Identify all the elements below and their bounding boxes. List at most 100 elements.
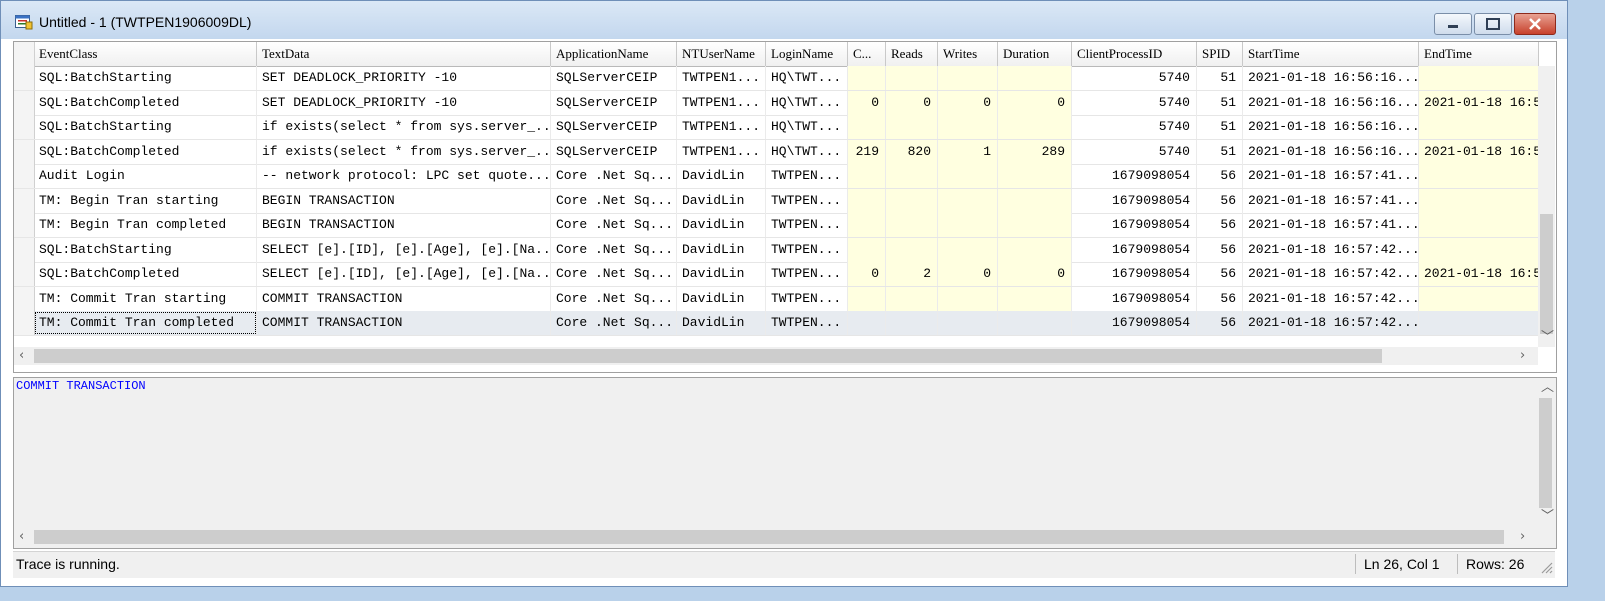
cell-textdata[interactable]: BEGIN TRANSACTION: [257, 188, 551, 213]
cell-loginname[interactable]: TWTPEN...: [766, 164, 848, 188]
cell-clientprocessid[interactable]: 5740: [1072, 115, 1197, 139]
column-header-eventclass[interactable]: EventClass: [34, 42, 257, 66]
cell-reads[interactable]: [886, 164, 938, 188]
cell-eventclass[interactable]: SQL:BatchStarting: [34, 115, 257, 139]
grid-vertical-scrollbar[interactable]: ﹀: [1538, 66, 1555, 347]
cell-applicationname[interactable]: SQLServerCEIP: [551, 115, 677, 139]
cell-endtime[interactable]: [1419, 115, 1539, 139]
cell-duration[interactable]: [998, 66, 1072, 90]
cell-reads[interactable]: [886, 286, 938, 311]
cell-starttime[interactable]: 2021-01-18 16:57:42...: [1243, 237, 1419, 262]
cell-textdata[interactable]: if exists(select * from sys.server_...: [257, 139, 551, 164]
cell-loginname[interactable]: TWTPEN...: [766, 237, 848, 262]
cell-textdata[interactable]: COMMIT TRANSACTION: [257, 286, 551, 311]
table-row[interactable]: SQL:BatchStarting SET DEADLOCK_PRIORITY -…: [14, 66, 1539, 91]
cell-textdata[interactable]: -- network protocol: LPC set quote...: [257, 164, 551, 188]
column-header-applicationname[interactable]: ApplicationName: [551, 42, 677, 66]
cell-reads[interactable]: [886, 188, 938, 213]
table-row[interactable]: Audit Login -- network protocol: LPC set …: [14, 164, 1539, 189]
cell-ntusername[interactable]: DavidLin: [677, 188, 766, 213]
table-row[interactable]: SQL:BatchStarting SELECT [e].[ID], [e].[A…: [14, 237, 1539, 263]
cell-ntusername[interactable]: DavidLin: [677, 213, 766, 237]
maximize-button[interactable]: [1474, 13, 1512, 35]
cell-clientprocessid[interactable]: 1679098054: [1072, 262, 1197, 286]
cell-cpu[interactable]: [848, 213, 886, 237]
row-selector[interactable]: [14, 286, 35, 311]
cell-endtime[interactable]: [1419, 66, 1539, 90]
event-text-detail-pane[interactable]: COMMIT TRANSACTION ︿ ﹀ ‹ ›: [13, 377, 1557, 549]
column-header-ntusername[interactable]: NTUserName: [677, 42, 766, 66]
cell-applicationname[interactable]: SQLServerCEIP: [551, 90, 677, 115]
cell-ntusername[interactable]: TWTPEN1...: [677, 115, 766, 139]
column-header-clientprocessid[interactable]: ClientProcessID: [1072, 42, 1197, 66]
cell-endtime[interactable]: 2021-01-18 16:5: [1419, 139, 1539, 164]
cell-starttime[interactable]: 2021-01-18 16:57:41...: [1243, 213, 1419, 237]
cell-duration[interactable]: [998, 115, 1072, 139]
cell-ntusername[interactable]: DavidLin: [677, 262, 766, 286]
cell-ntusername[interactable]: TWTPEN1...: [677, 90, 766, 115]
cell-loginname[interactable]: HQ\TWT...: [766, 115, 848, 139]
cell-clientprocessid[interactable]: 1679098054: [1072, 311, 1197, 335]
cell-ntusername[interactable]: DavidLin: [677, 286, 766, 311]
row-selector[interactable]: [14, 188, 35, 213]
cell-endtime[interactable]: [1419, 311, 1539, 335]
cell-ntusername[interactable]: DavidLin: [677, 164, 766, 188]
cell-writes[interactable]: 1: [938, 139, 998, 164]
cell-spid[interactable]: 51: [1197, 139, 1243, 164]
column-header-spid[interactable]: SPID: [1197, 42, 1243, 66]
cell-clientprocessid[interactable]: 1679098054: [1072, 188, 1197, 213]
cell-textdata[interactable]: if exists(select * from sys.server_...: [257, 115, 551, 139]
grid-vertical-scroll-thumb[interactable]: [1540, 214, 1553, 334]
cell-eventclass[interactable]: TM: Commit Tran completed: [34, 311, 257, 335]
cell-writes[interactable]: 0: [938, 262, 998, 286]
cell-writes[interactable]: [938, 115, 998, 139]
scroll-right-arrow-icon[interactable]: ›: [1520, 530, 1525, 544]
cell-spid[interactable]: 56: [1197, 188, 1243, 213]
cell-spid[interactable]: 51: [1197, 90, 1243, 115]
row-selector[interactable]: [14, 237, 35, 262]
column-header-endtime[interactable]: EndTime: [1419, 42, 1539, 66]
cell-writes[interactable]: 0: [938, 90, 998, 115]
cell-textdata[interactable]: SET DEADLOCK_PRIORITY -10: [257, 66, 551, 90]
cell-writes[interactable]: [938, 311, 998, 335]
cell-duration[interactable]: [998, 213, 1072, 237]
detail-vertical-scrollbar[interactable]: ︿ ﹀: [1537, 378, 1554, 528]
cell-ntusername[interactable]: DavidLin: [677, 237, 766, 262]
cell-duration[interactable]: [998, 164, 1072, 188]
cell-reads[interactable]: 0: [886, 90, 938, 115]
cell-spid[interactable]: 56: [1197, 286, 1243, 311]
trace-events-grid[interactable]: EventClass TextData ApplicationName NTUserN…: [13, 41, 1557, 373]
cell-reads[interactable]: 820: [886, 139, 938, 164]
cell-textdata[interactable]: SELECT [e].[ID], [e].[Age], [e].[Na...: [257, 262, 551, 286]
cell-cpu[interactable]: [848, 66, 886, 90]
cell-duration[interactable]: [998, 237, 1072, 262]
column-header-cpu[interactable]: C...: [848, 42, 886, 66]
cell-starttime[interactable]: 2021-01-18 16:56:16...: [1243, 115, 1419, 139]
cell-textdata[interactable]: COMMIT TRANSACTION: [257, 311, 551, 335]
cell-loginname[interactable]: HQ\TWT...: [766, 66, 848, 90]
cell-endtime[interactable]: 2021-01-18 16:5: [1419, 90, 1539, 115]
cell-loginname[interactable]: HQ\TWT...: [766, 139, 848, 164]
table-row[interactable]: SQL:BatchCompleted if exists(select * fro…: [14, 139, 1539, 165]
title-bar[interactable]: Untitled - 1 (TWTPEN1906009DL): [1, 1, 1567, 39]
row-selector[interactable]: [14, 262, 35, 286]
row-selector[interactable]: [14, 139, 35, 164]
cell-cpu[interactable]: [848, 115, 886, 139]
cell-starttime[interactable]: 2021-01-18 16:56:16...: [1243, 66, 1419, 90]
cell-loginname[interactable]: TWTPEN...: [766, 286, 848, 311]
cell-spid[interactable]: 56: [1197, 164, 1243, 188]
cell-reads[interactable]: [886, 66, 938, 90]
cell-clientprocessid[interactable]: 1679098054: [1072, 164, 1197, 188]
row-selector[interactable]: [14, 115, 35, 139]
cell-ntusername[interactable]: DavidLin: [677, 311, 766, 335]
detail-horizontal-scrollbar[interactable]: ‹ ›: [14, 528, 1537, 546]
column-header-loginname[interactable]: LoginName: [766, 42, 848, 66]
minimize-button[interactable]: [1434, 13, 1472, 35]
cell-clientprocessid[interactable]: 1679098054: [1072, 286, 1197, 311]
cell-eventclass[interactable]: TM: Begin Tran completed: [34, 213, 257, 237]
cell-applicationname[interactable]: Core .Net Sq...: [551, 164, 677, 188]
row-selector[interactable]: [14, 311, 35, 335]
cell-loginname[interactable]: TWTPEN...: [766, 311, 848, 335]
cell-starttime[interactable]: 2021-01-18 16:57:42...: [1243, 311, 1419, 335]
cell-eventclass[interactable]: SQL:BatchCompleted: [34, 262, 257, 286]
